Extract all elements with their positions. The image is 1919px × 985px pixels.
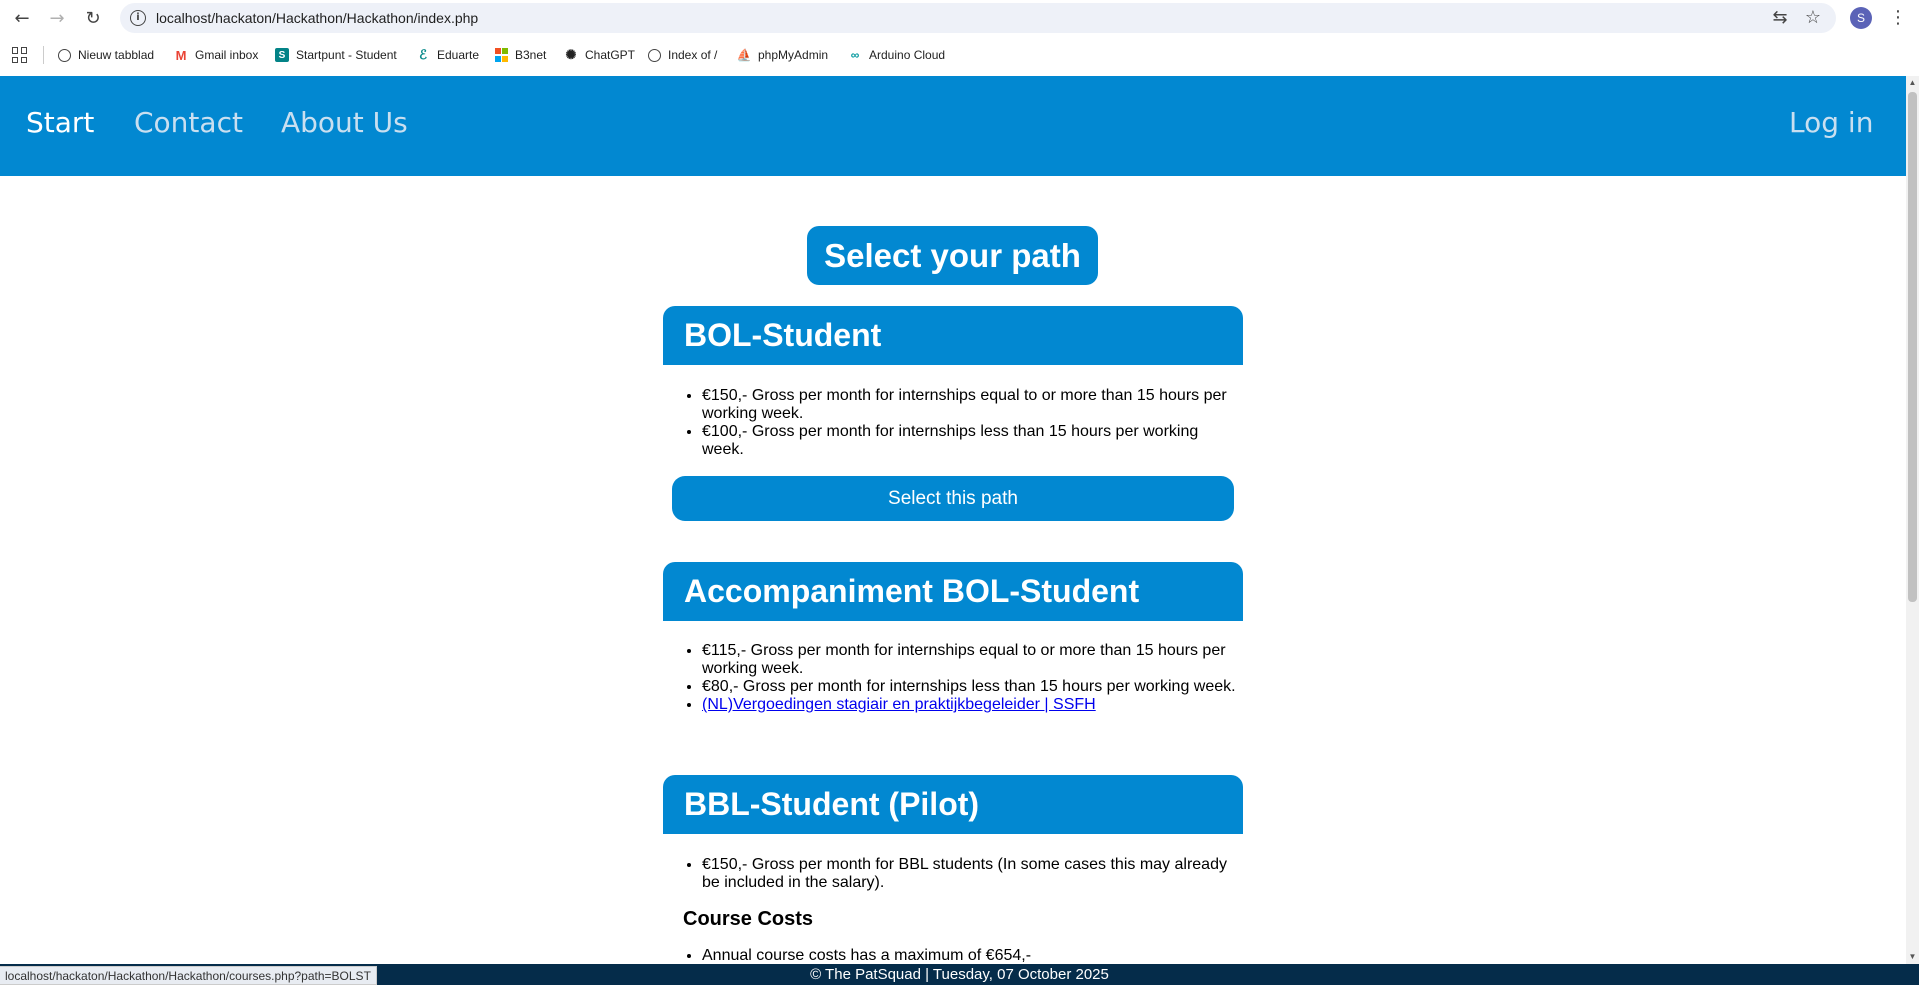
list-item: €150,- Gross per month for BBL students … xyxy=(702,856,1242,892)
bookmark-eduarte[interactable]: ℰ Eduarte xyxy=(416,46,479,64)
bookmark-arduino[interactable]: ∞ Arduino Cloud xyxy=(848,46,945,64)
bookmark-startpunt[interactable]: S Startpunt - Student xyxy=(275,46,397,64)
card-title-bol-student: BOL-Student xyxy=(663,306,1243,365)
nav-start-link[interactable]: Start xyxy=(26,106,94,139)
sharepoint-icon: S xyxy=(275,48,289,62)
nav-about-link[interactable]: About Us xyxy=(281,106,408,139)
gmail-icon: M xyxy=(175,47,187,63)
card-list-bbl-student: €150,- Gross per month for BBL students … xyxy=(702,856,1242,892)
list-item: (NL)Vergoedingen stagiair en praktijkbeg… xyxy=(702,696,1242,714)
profile-avatar[interactable]: S xyxy=(1850,7,1872,29)
globe-icon xyxy=(648,48,661,62)
bookmark-b3net[interactable]: B3net xyxy=(494,46,546,64)
bookmark-label: ChatGPT xyxy=(585,48,636,62)
list-item: €115,- Gross per month for internships e… xyxy=(702,642,1242,678)
ssfh-link[interactable]: (NL)Vergoedingen stagiair en praktijkbeg… xyxy=(702,696,1096,713)
reload-icon[interactable]: ↻ xyxy=(81,6,105,30)
bookmarks-bar: Nieuw tabblad M Gmail inbox S Startpunt … xyxy=(0,36,1919,73)
url-text[interactable]: localhost/hackaton/Hackathon/Hackathon/i… xyxy=(156,10,478,26)
course-costs-heading: Course Costs xyxy=(683,908,814,930)
bookmarks-divider xyxy=(43,46,44,64)
address-bar[interactable]: i localhost/hackaton/Hackathon/Hackathon… xyxy=(120,3,1836,33)
back-icon[interactable]: ← xyxy=(10,6,34,30)
card-title-bbl-student: BBL-Student (Pilot) xyxy=(663,775,1243,834)
browser-toolbar: ← → ↻ i localhost/hackaton/Hackathon/Hac… xyxy=(0,0,1919,36)
nav-contact-link[interactable]: Contact xyxy=(134,106,243,139)
browser-menu-icon[interactable]: ⋮ xyxy=(1888,6,1908,30)
globe-icon xyxy=(58,48,71,62)
apps-grid-icon[interactable] xyxy=(12,47,28,63)
eduarte-icon: ℰ xyxy=(419,47,427,62)
scroll-down-icon[interactable]: ▼ xyxy=(1906,950,1919,964)
nav-login-link[interactable]: Log in xyxy=(1789,106,1873,139)
bookmark-label: Index of / xyxy=(668,48,718,62)
bookmark-label: Nieuw tabblad xyxy=(78,48,155,62)
card-list-accompaniment: €115,- Gross per month for internships e… xyxy=(702,642,1242,714)
card-list-bol-student: €150,- Gross per month for internships e… xyxy=(702,387,1242,459)
arduino-icon: ∞ xyxy=(850,48,860,62)
list-item: €100,- Gross per month for internships l… xyxy=(702,423,1242,459)
forward-icon[interactable]: → xyxy=(45,6,69,30)
bookmark-label: phpMyAdmin xyxy=(758,48,829,62)
bookmark-label: Startpunt - Student xyxy=(296,48,397,62)
card-title-accompaniment: Accompaniment BOL-Student xyxy=(663,562,1243,621)
scroll-thumb[interactable] xyxy=(1908,92,1917,602)
bookmark-gmail[interactable]: M Gmail inbox xyxy=(174,46,259,64)
chatgpt-icon: ✺ xyxy=(565,47,577,62)
phpmyadmin-icon: ⛵ xyxy=(736,48,752,62)
bookmark-label: Arduino Cloud xyxy=(869,48,946,62)
bookmark-chatgpt[interactable]: ✺ ChatGPT xyxy=(564,46,635,64)
list-item: €80,- Gross per month for internships le… xyxy=(702,678,1242,696)
select-path-button[interactable]: Select this path xyxy=(672,476,1234,521)
scroll-up-icon[interactable]: ▲ xyxy=(1906,76,1919,90)
bookmark-label: Eduarte xyxy=(437,48,480,62)
site-navbar: Start Contact About Us Log in xyxy=(0,76,1906,176)
link-status-bubble: localhost/hackaton/Hackathon/Hackathon/c… xyxy=(0,966,377,985)
translate-icon[interactable]: ⇆ xyxy=(1768,6,1792,30)
page-title: Select your path xyxy=(807,226,1098,285)
bookmark-star-icon[interactable]: ☆ xyxy=(1801,6,1825,30)
bookmark-label: B3net xyxy=(515,48,547,62)
list-item: Annual course costs has a maximum of €65… xyxy=(702,947,1242,965)
bookmark-nieuw-tabblad[interactable]: Nieuw tabblad xyxy=(58,46,154,64)
site-info-icon[interactable]: i xyxy=(130,10,146,26)
page-scrollbar[interactable]: ▲ ▼ xyxy=(1906,76,1919,964)
list-item: €150,- Gross per month for internships e… xyxy=(702,387,1242,423)
bookmark-index-of[interactable]: Index of / xyxy=(648,46,717,64)
course-costs-list: Annual course costs has a maximum of €65… xyxy=(702,947,1242,965)
bookmark-phpmyadmin[interactable]: ⛵ phpMyAdmin xyxy=(736,46,829,64)
microsoft-icon xyxy=(494,48,508,62)
bookmark-label: Gmail inbox xyxy=(195,48,259,62)
